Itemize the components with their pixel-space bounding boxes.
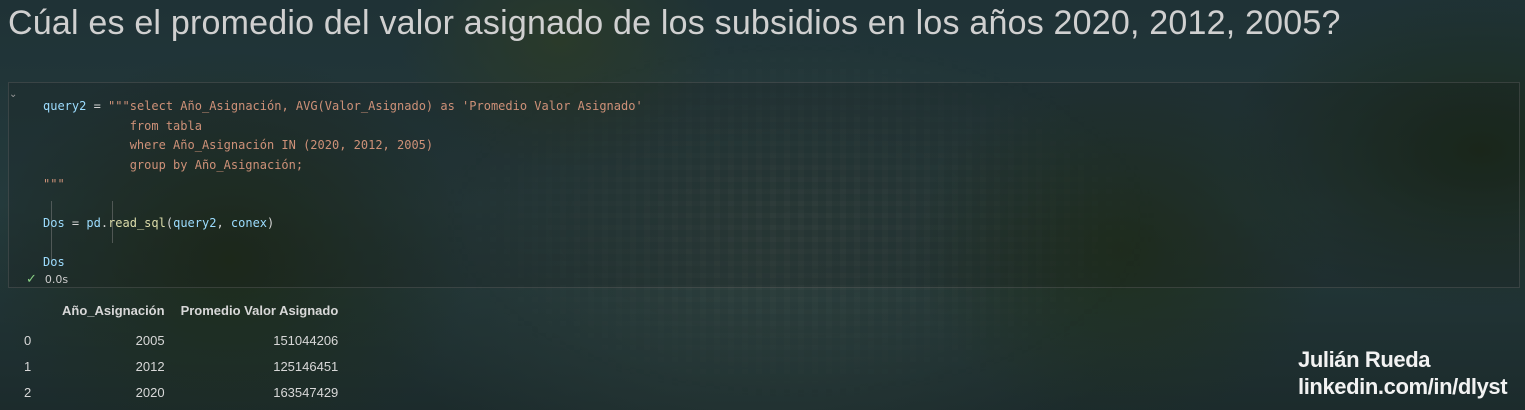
code-var: query2 <box>43 99 87 113</box>
cell-year: 2012 <box>135 359 165 374</box>
table-row: 1 2012 125146451 <box>16 353 346 379</box>
cell-average: 125146451 <box>273 359 339 374</box>
code-string: """select Año_Asignación, AVG(Valor_Asig… <box>108 99 643 113</box>
dataframe-output: Año_Asignación Promedio Valor Asignado 0… <box>16 300 346 405</box>
cell-year: 2020 <box>135 385 165 400</box>
notebook-code-cell[interactable]: ⌄ query2 = """select Año_Asignación, AVG… <box>8 82 1520 288</box>
row-index: 0 <box>24 333 32 348</box>
code-paren: ( <box>165 216 174 230</box>
code-arg: query2 <box>173 216 217 230</box>
code-operator: = <box>64 216 87 230</box>
cell-average: 163547429 <box>273 385 339 400</box>
check-icon: ✓ <box>26 272 37 287</box>
code-string: """ <box>43 177 65 191</box>
author-name: Julián Rueda <box>1298 347 1431 372</box>
code-paren: ) <box>267 216 275 230</box>
code-editor[interactable]: query2 = """select Año_Asignación, AVG(V… <box>43 97 643 273</box>
code-string: group by Año_Asignación; <box>43 157 304 172</box>
page-title: Cúal es el promedio del valor asignado d… <box>8 4 1341 42</box>
code-var: Dos <box>43 255 65 269</box>
code-string: from tabla <box>43 118 202 133</box>
table-row: 0 2005 151044206 <box>16 327 346 353</box>
index-header <box>16 300 54 327</box>
code-operator: . <box>100 216 109 230</box>
code-operator: , <box>216 216 231 230</box>
code-module: pd <box>86 216 101 230</box>
cell-marker-icon: ⌄ <box>9 89 18 100</box>
cell-average: 151044206 <box>273 333 339 348</box>
code-string: where Año_Asignación IN (2020, 2012, 200… <box>43 138 434 152</box>
author-watermark: Julián Rueda linkedin.com/in/dlyst <box>1298 346 1508 400</box>
cell-year: 2005 <box>135 333 165 348</box>
row-index: 1 <box>24 359 32 374</box>
code-var: Dos <box>43 216 65 230</box>
column-header: Promedio Valor Asignado <box>180 303 339 318</box>
execution-status: ✓ 0.0s <box>26 272 68 287</box>
column-header: Año_Asignación <box>62 303 165 318</box>
table-header-row: Año_Asignación Promedio Valor Asignado <box>16 300 346 327</box>
execution-time: 0.0s <box>44 273 69 286</box>
table-row: 2 2020 163547429 <box>16 379 346 405</box>
code-function: read_sql <box>108 216 166 230</box>
code-operator: = <box>86 99 109 113</box>
author-link: linkedin.com/in/dlyst <box>1298 374 1508 399</box>
row-index: 2 <box>24 385 32 400</box>
code-arg: conex <box>230 216 268 230</box>
